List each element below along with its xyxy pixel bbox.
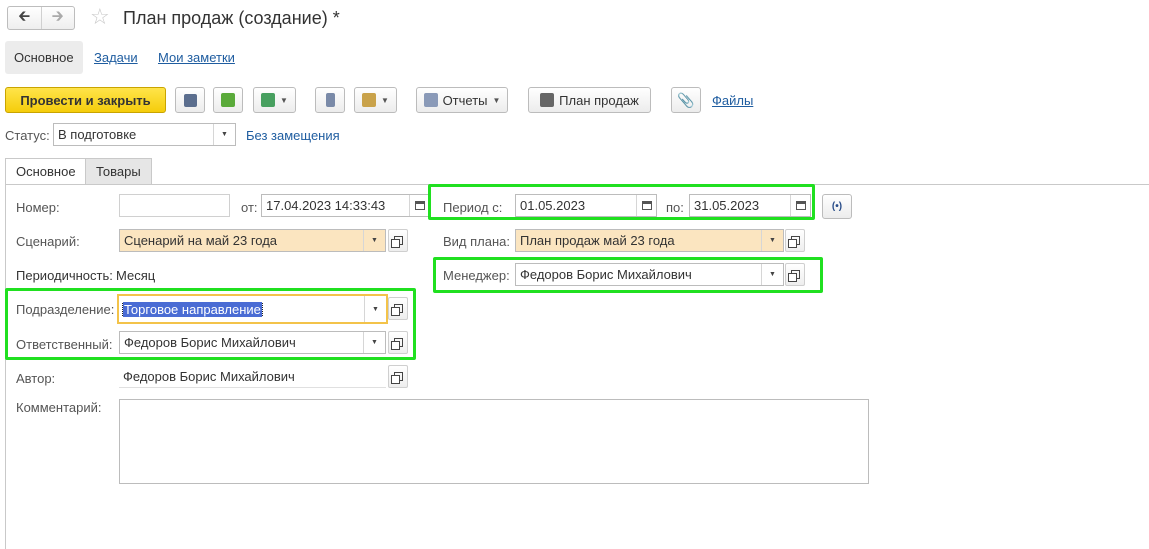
calendar-icon[interactable]	[790, 195, 810, 216]
document-date-value: 17.04.2023 14:33:43	[266, 198, 386, 213]
chevron-down-icon: ▼	[280, 95, 288, 105]
save-button[interactable]	[175, 87, 205, 113]
chevron-down-icon[interactable]: ▼	[761, 264, 783, 285]
period-to-value: 31.05.2023	[694, 198, 760, 213]
author-field: Федоров Борис Михайлович	[119, 365, 386, 388]
post-button[interactable]	[213, 87, 243, 113]
paperclip-icon: 📎	[677, 91, 695, 108]
calendar-icon[interactable]	[636, 195, 656, 216]
back-arrow-icon[interactable]: 🡰	[8, 7, 41, 29]
scenario-value: Сценарий на май 23 года	[124, 233, 278, 248]
status-label: Статус:	[5, 128, 50, 143]
periodicity-value: Месяц	[116, 268, 156, 283]
printer-icon	[540, 93, 555, 107]
open-window-icon	[787, 270, 800, 282]
plan-type-value: План продаж май 23 года	[520, 233, 675, 248]
document-date-field[interactable]: 17.04.2023 14:33:43	[261, 194, 430, 217]
division-value: Торговое направление	[122, 301, 263, 317]
report-icon	[423, 93, 438, 107]
open-window-icon	[390, 338, 403, 350]
chevron-down-icon: ▼	[381, 95, 389, 105]
post-and-close-label: Провести и закрыть	[20, 92, 151, 108]
structure-button[interactable]	[315, 87, 345, 113]
open-window-icon	[787, 236, 800, 248]
scenario-open-button[interactable]	[388, 229, 408, 252]
section-notes[interactable]: Мои заметки	[158, 41, 235, 74]
print-sales-plan-button[interactable]: План продаж	[528, 87, 651, 113]
author-value: Федоров Борис Михайлович	[123, 368, 295, 384]
scenario-label: Сценарий:	[16, 234, 80, 249]
period-select-button[interactable]: (•)	[822, 194, 852, 219]
favorite-star-icon[interactable]: ☆	[90, 6, 110, 28]
comment-textarea[interactable]	[119, 399, 869, 484]
period-to-label: по:	[666, 200, 684, 215]
chevron-down-icon[interactable]: ▼	[213, 124, 235, 145]
chevron-down-icon[interactable]: ▼	[363, 332, 385, 353]
attach-button[interactable]: 📎	[671, 87, 701, 113]
history-nav: 🡰 🡲	[7, 6, 75, 30]
forward-arrow-icon[interactable]: 🡲	[40, 7, 75, 29]
calendar-icon[interactable]	[409, 195, 429, 216]
period-from-label: Период с:	[443, 200, 503, 215]
open-window-icon	[390, 304, 403, 316]
responsible-open-button[interactable]	[388, 331, 408, 354]
reports-label: Отчеты	[442, 92, 488, 108]
author-open-button[interactable]	[388, 365, 408, 388]
number-field[interactable]	[119, 194, 230, 217]
manager-label: Менеджер:	[443, 268, 510, 283]
document-list-icon	[325, 93, 335, 107]
post-document-icon	[221, 93, 235, 107]
status-value: В подготовке	[58, 127, 137, 142]
scenario-field[interactable]: Сценарий на май 23 года ▼	[119, 229, 386, 252]
responsible-field[interactable]: Федоров Борис Михайлович ▼	[119, 331, 386, 354]
period-from-value: 01.05.2023	[520, 198, 586, 213]
plan-type-field[interactable]: План продаж май 23 года ▼	[515, 229, 784, 252]
period-from-field[interactable]: 01.05.2023	[515, 194, 657, 217]
manager-open-button[interactable]	[785, 263, 805, 286]
create-based-icon	[261, 93, 276, 107]
schedule-button[interactable]: ▼	[354, 87, 397, 113]
window-title: План продаж (создание) *	[123, 8, 340, 28]
period-select-icon: (•)	[831, 201, 843, 212]
comment-label: Комментарий:	[16, 400, 102, 415]
open-window-icon	[390, 236, 403, 248]
create-based-on-button[interactable]: ▼	[253, 87, 296, 113]
post-and-close-button[interactable]: Провести и закрыть	[5, 87, 166, 113]
section-main[interactable]: Основное	[5, 41, 83, 74]
reports-button[interactable]: Отчеты ▼	[416, 87, 508, 113]
chevron-down-icon[interactable]: ▼	[363, 230, 385, 251]
periodicity-label: Периодичность:	[16, 268, 113, 283]
calendar-clock-icon	[362, 93, 377, 107]
no-replacement-link[interactable]: Без замещения	[246, 128, 340, 143]
date-from-label: от:	[241, 200, 258, 215]
author-label: Автор:	[16, 371, 56, 386]
responsible-value: Федоров Борис Михайлович	[124, 335, 296, 350]
division-label: Подразделение:	[16, 302, 115, 317]
chevron-down-icon[interactable]: ▼	[364, 296, 386, 322]
division-open-button[interactable]	[388, 297, 408, 320]
floppy-disk-icon	[183, 93, 197, 107]
chevron-down-icon: ▼	[492, 95, 501, 105]
files-link[interactable]: Файлы	[712, 93, 753, 108]
tab-border-left	[5, 184, 6, 549]
manager-field[interactable]: Федоров Борис Михайлович ▼	[515, 263, 784, 286]
tab-goods[interactable]: Товары	[85, 158, 152, 184]
plan-type-label: Вид плана:	[443, 234, 511, 249]
manager-value: Федоров Борис Михайлович	[520, 267, 692, 282]
chevron-down-icon[interactable]: ▼	[761, 230, 783, 251]
status-field[interactable]: В подготовке ▼	[53, 123, 236, 146]
number-label: Номер:	[16, 200, 60, 215]
section-tasks[interactable]: Задачи	[94, 41, 138, 74]
tab-main[interactable]: Основное	[5, 158, 87, 184]
period-to-field[interactable]: 31.05.2023	[689, 194, 811, 217]
plan-type-open-button[interactable]	[785, 229, 805, 252]
responsible-label: Ответственный:	[16, 337, 113, 352]
open-window-icon	[390, 372, 403, 384]
division-field[interactable]: Торговое направление ▼	[117, 294, 388, 324]
print-sales-plan-label: План продаж	[559, 92, 639, 108]
